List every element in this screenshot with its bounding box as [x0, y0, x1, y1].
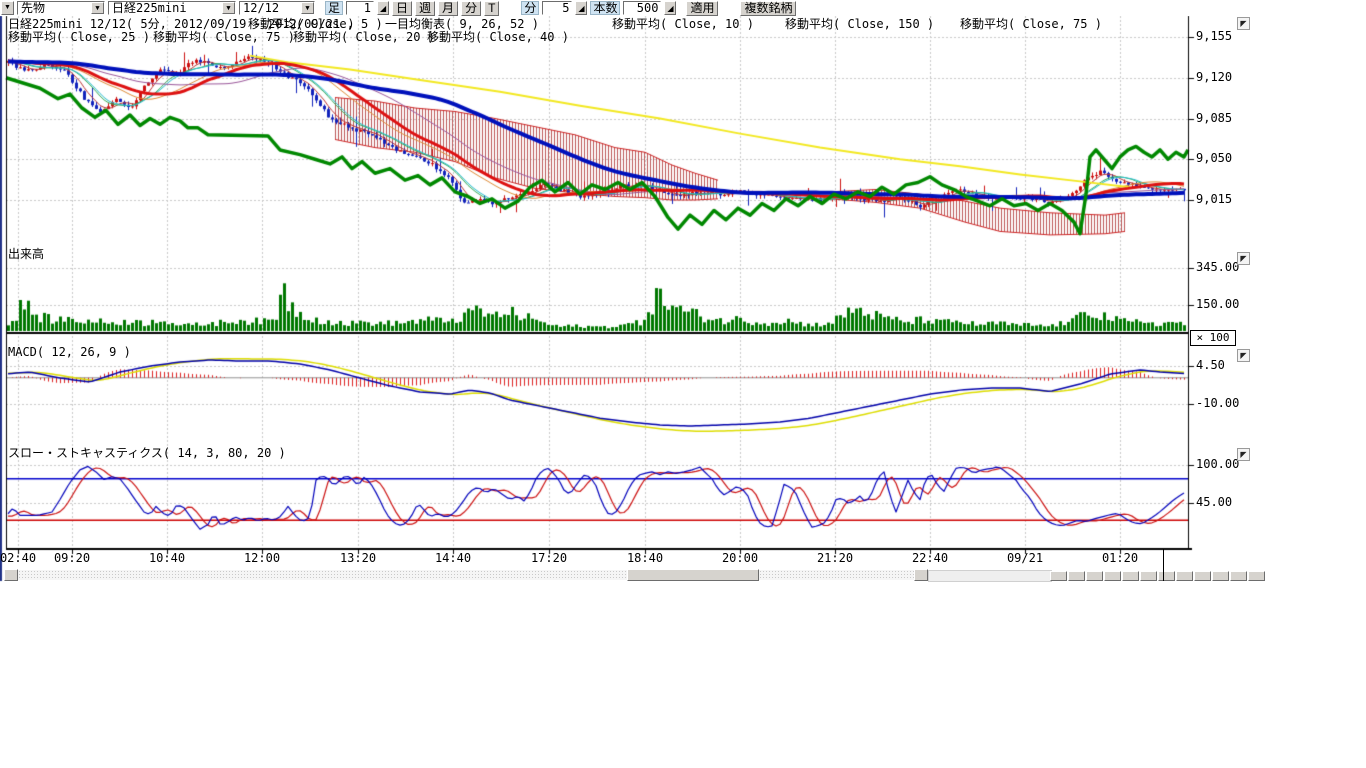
mini-tool-button[interactable] — [1248, 571, 1265, 581]
volume-axis-label: 150.00 — [1196, 298, 1239, 311]
mini-tool-button[interactable] — [1050, 571, 1067, 581]
indicator-label-ma75: 移動平均( Close, 75 ) — [153, 31, 295, 43]
bar-interval-spinner[interactable]: ◢ — [377, 1, 389, 15]
time-axis-label: 12:00 — [230, 552, 294, 565]
volume-panel-menu-button[interactable]: ◤ — [1237, 252, 1250, 265]
symbol-select[interactable]: 日経225mini ▼ — [108, 1, 236, 15]
time-axis-label: 17:20 — [517, 552, 581, 565]
nw-arrow-icon: ◤ — [1240, 450, 1246, 459]
contract-month-value: 12/12 — [240, 2, 301, 14]
bottom-mini-toolbar — [1050, 571, 1265, 581]
indicator-label-ma5: 移動平均( Close, 5 ) — [248, 18, 383, 30]
axis-divider-line — [1163, 549, 1164, 581]
indicator-label-ma20: 移動平均( Close, 20 ) — [293, 31, 435, 43]
stoch-panel-label: スロー・ストキャスティクス( 14, 3, 80, 20 ) — [8, 447, 286, 460]
period-minute-button[interactable]: 分 — [461, 1, 481, 16]
indicator-label-ma40: 移動平均( Close, 40 ) — [427, 31, 569, 43]
period-day-button[interactable]: 日 — [392, 1, 412, 16]
macd-axis-label: -10.00 — [1196, 397, 1239, 410]
period-tick-button[interactable]: T — [484, 1, 499, 16]
mini-tool-button[interactable] — [1158, 571, 1175, 581]
macd-panel-menu-button[interactable]: ◤ — [1237, 349, 1250, 362]
mini-tool-button[interactable] — [1230, 571, 1247, 581]
scrollbar-track[interactable] — [18, 570, 918, 580]
mini-tool-button[interactable] — [1086, 571, 1103, 581]
chart-application-window: ▼ 先物 ▼ 日経225mini ▼ 12/12 ▼ 足 1 ◢ 日 週 月 分… — [0, 0, 1366, 768]
time-axis-label: 18:40 — [613, 552, 677, 565]
bar-type-label: 足 — [325, 1, 343, 15]
mini-tool-button[interactable] — [1176, 571, 1193, 581]
minutes-label: 分 — [521, 1, 539, 15]
price-axis-label: 9,050 — [1196, 152, 1232, 165]
bar-interval-input[interactable]: 1 — [346, 1, 374, 15]
macd-panel-label: MACD( 12, 26, 9 ) — [8, 346, 131, 359]
indicator-label-ichimoku: 一目均衡表( 9, 26, 52 ) — [385, 18, 539, 30]
instrument-type-select[interactable]: 先物 ▼ — [17, 1, 105, 15]
nw-arrow-icon: ◤ — [1240, 351, 1246, 360]
chevron-down-icon[interactable]: ▼ — [91, 2, 104, 14]
time-axis-label: 22:40 — [898, 552, 962, 565]
mini-tool-button[interactable] — [1140, 571, 1157, 581]
chevron-down-icon: ▼ — [4, 4, 11, 11]
time-axis-label: 09:20 — [40, 552, 104, 565]
chevron-down-icon[interactable]: ▼ — [222, 2, 235, 14]
minutes-input[interactable]: 5 — [542, 1, 572, 15]
time-axis-label: 13:20 — [326, 552, 390, 565]
time-axis-label: 14:40 — [421, 552, 485, 565]
instrument-type-value: 先物 — [18, 2, 91, 14]
price-axis-label: 9,085 — [1196, 112, 1232, 125]
price-axis-label: 9,155 — [1196, 30, 1232, 43]
bar-count-spinner[interactable]: ◢ — [664, 1, 676, 15]
scrollbar-end-cap — [928, 570, 1052, 582]
mini-tool-button[interactable] — [1104, 571, 1121, 581]
minutes-spinner[interactable]: ◢ — [575, 1, 587, 15]
volume-multiplier-badge: × 100 — [1190, 330, 1236, 346]
pane-collapse-dropdown[interactable]: ▼ — [1, 1, 14, 15]
indicator-label-ma10: 移動平均( Close, 10 ) — [612, 18, 754, 30]
period-month-button[interactable]: 月 — [438, 1, 458, 16]
time-axis-label: 09/21 — [993, 552, 1057, 565]
price-axis-label: 9,015 — [1196, 193, 1232, 206]
indicator-label-ma25: 移動平均( Close, 25 ) — [8, 31, 150, 43]
time-axis-label: 10:40 — [135, 552, 199, 565]
apply-button[interactable]: 適用 — [686, 1, 718, 16]
scrollbar-thumb[interactable] — [627, 569, 759, 581]
bar-count-label: 本数 — [590, 1, 620, 15]
mini-tool-button[interactable] — [1068, 571, 1085, 581]
mini-tool-button[interactable] — [1122, 571, 1139, 581]
time-axis-label: 21:20 — [803, 552, 867, 565]
indicator-label-ma75b: 移動平均( Close, 75 ) — [960, 18, 1102, 30]
stoch-panel-menu-button[interactable]: ◤ — [1237, 448, 1250, 461]
multi-symbol-button[interactable]: 複数銘柄 — [740, 1, 796, 16]
scroll-left-button[interactable] — [4, 569, 18, 581]
time-axis-label: 20:00 — [708, 552, 772, 565]
spinner-icon: ◢ — [578, 4, 584, 13]
spinner-icon: ◢ — [380, 4, 386, 13]
macd-axis-label: 4.50 — [1196, 359, 1225, 372]
stoch-axis-label: 100.00 — [1196, 458, 1239, 471]
indicator-label-ma150: 移動平均( Close, 150 ) — [785, 18, 934, 30]
time-axis-label: 01:20 — [1088, 552, 1152, 565]
contract-month-select[interactable]: 12/12 ▼ — [239, 1, 315, 15]
chevron-down-icon[interactable]: ▼ — [301, 2, 314, 14]
spinner-icon: ◢ — [667, 4, 673, 13]
mini-tool-button[interactable] — [1194, 571, 1211, 581]
price-axis-label: 9,120 — [1196, 71, 1232, 84]
horizontal-scrollbar — [4, 569, 1290, 581]
nw-arrow-icon: ◤ — [1240, 19, 1246, 28]
chart-canvas[interactable] — [0, 0, 1300, 582]
price-panel-menu-button[interactable]: ◤ — [1237, 17, 1250, 30]
nw-arrow-icon: ◤ — [1240, 254, 1246, 263]
stoch-axis-label: 45.00 — [1196, 496, 1232, 509]
toolbar: ▼ 先物 ▼ 日経225mini ▼ 12/12 ▼ 足 1 ◢ 日 週 月 分… — [0, 0, 1366, 16]
scroll-right-button[interactable] — [914, 569, 928, 581]
mini-tool-button[interactable] — [1212, 571, 1229, 581]
symbol-value: 日経225mini — [109, 2, 222, 14]
volume-axis-label: 345.00 — [1196, 261, 1239, 274]
period-week-button[interactable]: 週 — [415, 1, 435, 16]
bar-count-input[interactable]: 500 — [623, 1, 661, 15]
volume-panel-label: 出来高 — [8, 248, 44, 261]
